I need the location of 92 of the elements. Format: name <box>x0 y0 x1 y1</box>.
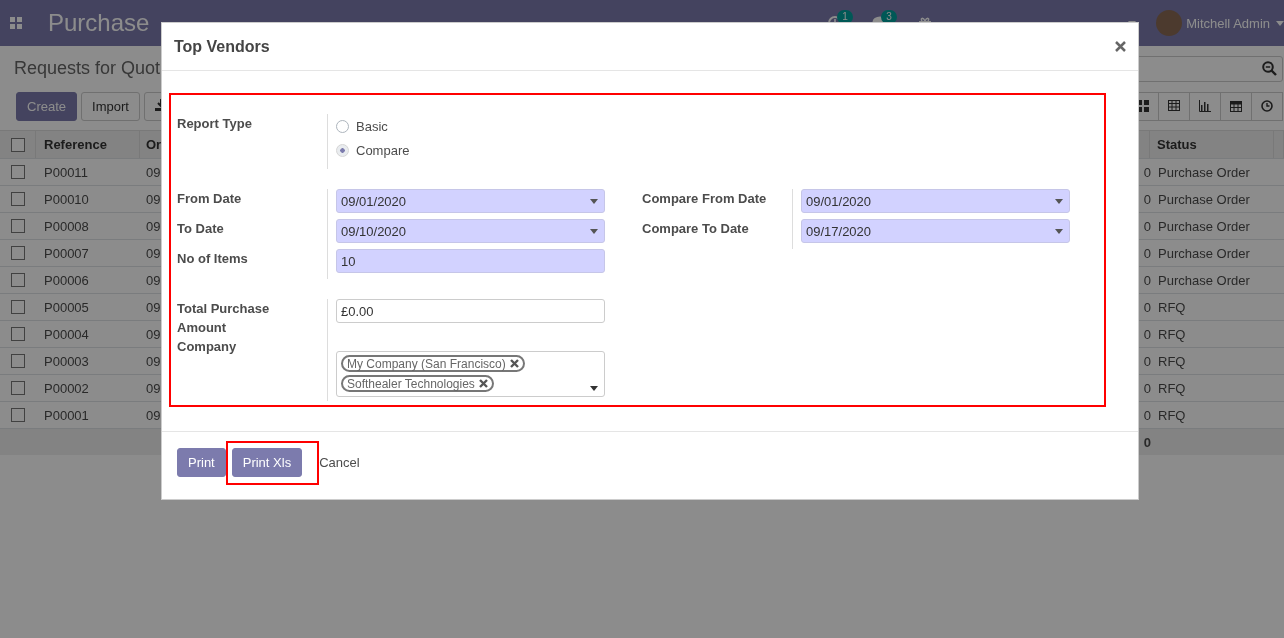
cancel-link[interactable]: Cancel <box>319 448 360 477</box>
calendar-icon <box>1230 100 1242 112</box>
action-button[interactable]: Import <box>81 91 140 121</box>
table-cell-text: 0 <box>1142 353 1151 369</box>
table-cell-text: 09 <box>145 191 162 207</box>
table-cell-text: P00003 <box>43 353 90 369</box>
table-cell-text: 09 <box>145 407 162 423</box>
table-cell-text: 0 <box>1142 164 1151 180</box>
clock-icon <box>1261 100 1273 112</box>
table-cell-text: P00002 <box>43 380 90 396</box>
table-cell-text: 09 <box>145 164 162 180</box>
table-cell-text: 09 <box>145 245 162 261</box>
date-field[interactable]: 09/01/2020 <box>801 189 1070 213</box>
table-cell-text: P00007 <box>43 245 90 261</box>
table-cell-text: P00001 <box>43 407 90 423</box>
table-cell-text: 09 <box>145 353 162 369</box>
row-checkbox[interactable] <box>11 408 25 422</box>
apps-icon[interactable] <box>10 17 22 29</box>
table-cell-text: 09 <box>145 218 162 234</box>
field-label: Company <box>177 338 238 356</box>
table-cell-text: RFQ <box>1157 299 1187 315</box>
search-icon <box>1262 61 1277 76</box>
table-cell-text: 0 <box>1142 218 1151 234</box>
radio-label[interactable]: Basic <box>356 118 388 134</box>
remove-icon[interactable] <box>509 359 519 368</box>
table-cell-text: 0 <box>1142 272 1151 288</box>
table-cell-text: RFQ <box>1157 407 1187 423</box>
dialog-title: Top Vendors <box>174 37 270 56</box>
field-label: No of Items <box>177 250 249 268</box>
field-label: Report Type <box>177 115 253 133</box>
table-cell-text: P00006 <box>43 272 90 288</box>
table-cell-text: P00005 <box>43 299 90 315</box>
column-header[interactable]: Reference <box>44 137 107 152</box>
row-checkbox[interactable] <box>11 381 25 395</box>
table-cell-text: 09 <box>145 326 162 342</box>
row-checkbox[interactable] <box>11 246 25 260</box>
input-field[interactable]: 10 <box>336 249 605 273</box>
app-title: Purchase <box>48 9 150 37</box>
row-checkbox[interactable] <box>11 165 25 179</box>
radio-button[interactable] <box>336 119 349 133</box>
table-cell-text: RFQ <box>1157 380 1187 396</box>
table-cell-text: 0 <box>1142 380 1151 396</box>
field-label: Total Purchase Amount <box>177 300 271 337</box>
table-cell-text: 0 <box>1142 326 1151 342</box>
list-view-icon <box>1168 100 1180 112</box>
column-header[interactable]: Or <box>146 137 162 152</box>
row-checkbox[interactable] <box>11 273 25 287</box>
table-cell-text: Purchase Order <box>1157 218 1251 234</box>
table-cell-text: Purchase Order <box>1157 191 1251 207</box>
row-checkbox[interactable] <box>11 327 25 341</box>
print-button[interactable]: Print <box>177 448 226 477</box>
row-checkbox[interactable] <box>10 137 25 152</box>
input-field[interactable]: £0.00 <box>336 299 605 323</box>
field-label: Compare To Date <box>642 220 750 238</box>
table-cell-text: RFQ <box>1157 326 1187 342</box>
table-cell-text: Purchase Order <box>1157 164 1251 180</box>
row-checkbox[interactable] <box>11 354 25 368</box>
remove-icon[interactable] <box>478 379 488 388</box>
close-icon <box>1115 41 1126 52</box>
breadcrumb: Requests for Quot <box>14 58 161 79</box>
table-cell-text: Purchase Order <box>1157 245 1251 261</box>
field-label: To Date <box>177 220 225 238</box>
company-tag[interactable]: Softhealer Technologies <box>341 375 494 392</box>
date-field[interactable]: 09/01/2020 <box>336 189 605 213</box>
date-field[interactable]: 09/17/2020 <box>801 219 1070 243</box>
table-cell-text: 0 <box>1142 191 1151 207</box>
tag-field[interactable]: My Company (San Francisco) Softhealer Technologies <box>336 351 605 397</box>
table-cell-text: 0 <box>1142 407 1151 423</box>
radio-label[interactable]: Compare <box>356 142 410 158</box>
table-cell-text: P00011 <box>43 164 89 180</box>
table-cell-text: 09 <box>145 272 162 288</box>
row-checkbox[interactable] <box>11 300 25 314</box>
table-cell-text: P00010 <box>43 191 90 207</box>
row-checkbox[interactable] <box>11 219 25 233</box>
total-cell-text: 0 <box>1142 434 1151 450</box>
table-cell-text: 0 <box>1142 245 1151 261</box>
field-label: From Date <box>177 190 243 208</box>
print-button[interactable]: Print Xls <box>231 447 303 477</box>
date-field[interactable]: 09/10/2020 <box>336 219 605 243</box>
table-cell-text: RFQ <box>1157 353 1187 369</box>
table-cell-text: P00008 <box>43 218 90 234</box>
radio-button[interactable] <box>336 143 349 157</box>
bar-chart-icon <box>1199 100 1211 112</box>
row-checkbox[interactable] <box>11 192 25 206</box>
table-cell-text: 0 <box>1142 299 1151 315</box>
column-header[interactable]: Status <box>1157 137 1197 152</box>
table-cell-text: Purchase Order <box>1157 272 1251 288</box>
field-label: Compare From Date <box>642 190 768 208</box>
table-cell-text: 09 <box>145 380 162 396</box>
company-tag[interactable]: My Company (San Francisco) <box>341 355 525 372</box>
close-button[interactable] <box>1115 41 1126 52</box>
table-cell-text: P00004 <box>43 326 90 342</box>
